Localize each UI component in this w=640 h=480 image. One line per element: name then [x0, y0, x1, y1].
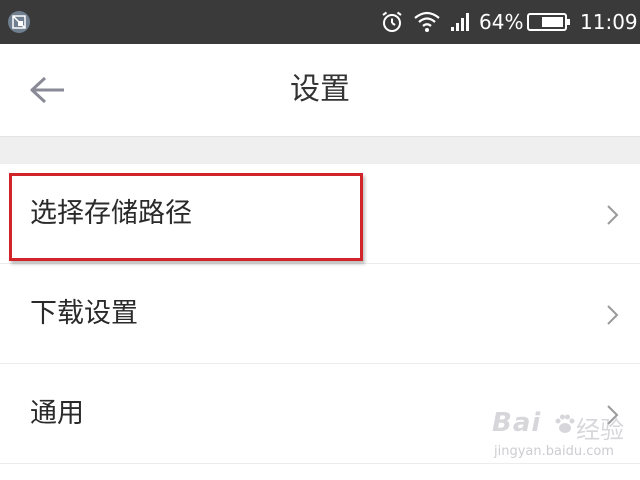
battery-icon	[527, 12, 571, 36]
chevron-right-icon	[607, 205, 619, 225]
section-divider	[0, 136, 640, 164]
chevron-right-icon	[607, 405, 619, 425]
battery-percent: 64%	[479, 10, 524, 34]
status-time: 11:09	[580, 10, 638, 34]
chevron-right-icon	[607, 305, 619, 325]
app-notification-icon	[8, 11, 30, 33]
status-bar: 64% 11:09	[0, 0, 640, 44]
settings-item-general[interactable]: 通用	[0, 364, 640, 464]
alarm-icon	[380, 10, 404, 38]
settings-item-label: 下载设置	[30, 298, 138, 329]
header: 设置	[0, 44, 640, 136]
arrow-left-icon	[30, 76, 64, 104]
settings-item-storage-path[interactable]: 选择存储路径	[0, 164, 640, 264]
signal-icon	[450, 12, 472, 36]
settings-list: 选择存储路径 下载设置 通用	[0, 164, 640, 464]
screen: 64% 11:09 设置 选择存储路径 下载设置 通用 Bai 经验 jingy…	[0, 0, 640, 480]
page-title: 设置	[290, 72, 350, 107]
wifi-icon	[413, 11, 441, 37]
settings-item-label: 选择存储路径	[30, 198, 192, 229]
settings-item-label: 通用	[30, 398, 84, 429]
back-button[interactable]	[18, 66, 78, 114]
settings-item-download[interactable]: 下载设置	[0, 264, 640, 364]
